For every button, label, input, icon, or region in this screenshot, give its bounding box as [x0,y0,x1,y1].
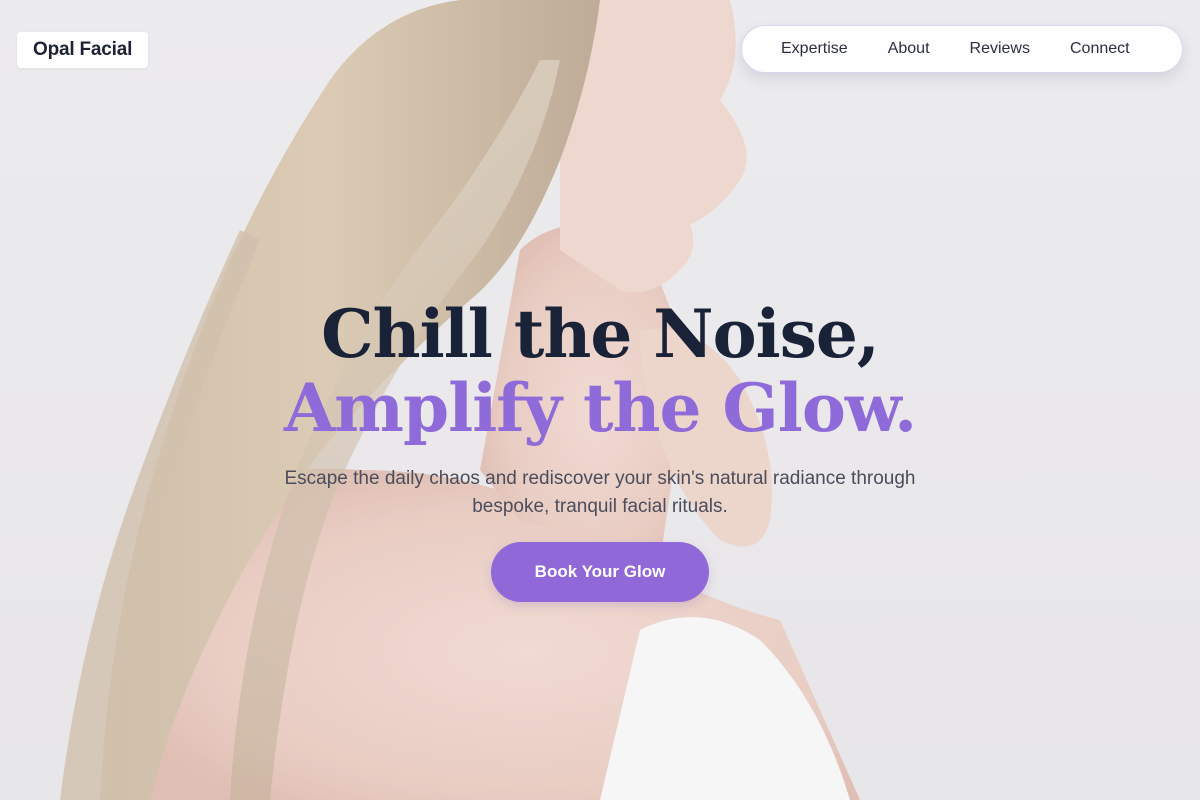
hero-headline: Chill the Noise, Amplify the Glow. [0,297,1200,445]
nav-item-expertise[interactable]: Expertise [781,40,848,58]
hero-subtitle: Escape the daily chaos and rediscover yo… [284,468,916,517]
nav-item-about[interactable]: About [888,40,930,58]
book-your-glow-button[interactable]: Book Your Glow [491,542,709,602]
headline-line-2: Amplify the Glow. [283,369,917,448]
brand-logo[interactable]: Opal Facial [17,32,149,68]
nav-item-connect[interactable]: Connect [1070,40,1130,58]
headline-line-1: Chill the Noise, [321,295,880,374]
main-navigation: Expertise About Reviews Connect [741,25,1183,73]
nav-item-reviews[interactable]: Reviews [970,40,1030,58]
